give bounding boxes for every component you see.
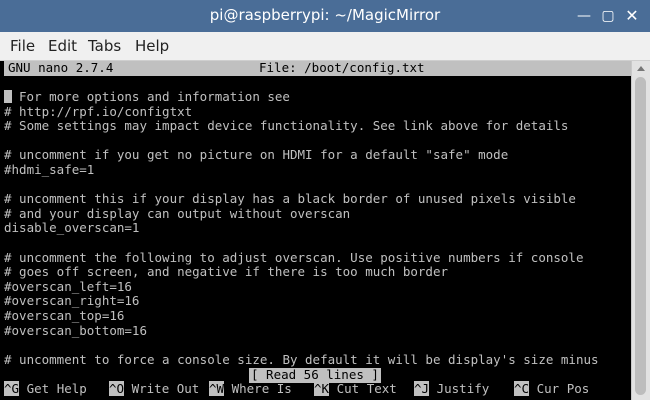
text-cursor bbox=[4, 90, 12, 103]
terminal-window: pi@raspberrypi: ~/MagicMirror — ▢ ✕ File… bbox=[0, 0, 650, 400]
scroll-up-arrow-icon[interactable] bbox=[632, 61, 650, 75]
editor-line: # Some settings may impact device functi… bbox=[4, 118, 569, 134]
close-icon[interactable]: ✕ bbox=[622, 7, 642, 25]
nano-header: GNU nano 2.7.4 File: /boot/config.txt bbox=[4, 60, 631, 76]
menu-edit[interactable]: Edit bbox=[48, 37, 77, 55]
editor-line: #hdmi_safe=1 bbox=[4, 161, 95, 177]
terminal-area[interactable]: GNU nano 2.7.4 File: /boot/config.txt Fo… bbox=[0, 60, 631, 400]
editor-line: # uncomment this if your display has a b… bbox=[4, 191, 576, 207]
editor-line: # uncomment if you get no picture on HDM… bbox=[4, 147, 509, 163]
editor-line: #overscan_bottom=16 bbox=[4, 322, 147, 338]
editor-line: #overscan_top=16 bbox=[4, 307, 125, 323]
editor-line: # and your display can output without ov… bbox=[4, 205, 351, 221]
shortcut-where-is[interactable]: ^W Where Is bbox=[209, 381, 292, 397]
menu-bar: File Edit Tabs Help bbox=[0, 32, 650, 61]
nano-version: GNU nano 2.7.4 bbox=[8, 60, 114, 75]
editor-line: #overscan_left=16 bbox=[4, 278, 132, 294]
scroll-thumb[interactable] bbox=[635, 77, 646, 395]
shortcut-get-help[interactable]: ^G Get Help bbox=[4, 381, 87, 397]
shortcut-bar: ^G Get Help ^O Write Out ^W Where Is ^K … bbox=[4, 381, 631, 397]
editor-line: For more options and information see bbox=[4, 89, 631, 105]
menu-help[interactable]: Help bbox=[135, 37, 169, 55]
shortcut-cur-pos[interactable]: ^C Cur Pos bbox=[514, 381, 589, 397]
menu-file[interactable]: File bbox=[10, 37, 35, 55]
editor-line: disable_overscan=1 bbox=[4, 220, 140, 236]
shortcut-justify[interactable]: ^J Justify bbox=[414, 381, 489, 397]
maximize-icon[interactable]: ▢ bbox=[598, 7, 618, 25]
minimize-icon[interactable]: — bbox=[574, 7, 594, 25]
title-bar[interactable]: pi@raspberrypi: ~/MagicMirror — ▢ ✕ bbox=[0, 0, 650, 32]
window-title: pi@raspberrypi: ~/MagicMirror bbox=[209, 6, 441, 24]
editor-line: # http://rpf.io/configtxt bbox=[4, 103, 193, 119]
vertical-scrollbar[interactable] bbox=[631, 61, 650, 400]
shortcut-write-out[interactable]: ^O Write Out bbox=[109, 381, 199, 397]
editor-line: # uncomment the following to adjust over… bbox=[4, 249, 584, 265]
editor-line: # uncomment to force a console size. By … bbox=[4, 351, 599, 367]
nano-filename: File: /boot/config.txt bbox=[259, 60, 425, 75]
editor-line: #overscan_right=16 bbox=[4, 293, 140, 309]
editor-text[interactable]: For more options and information see # h… bbox=[4, 89, 631, 367]
shortcut-cut-text[interactable]: ^K Cut Text bbox=[314, 381, 397, 397]
menu-tabs[interactable]: Tabs bbox=[88, 37, 121, 55]
editor-line: # goes off screen, and negative if there… bbox=[4, 264, 449, 280]
